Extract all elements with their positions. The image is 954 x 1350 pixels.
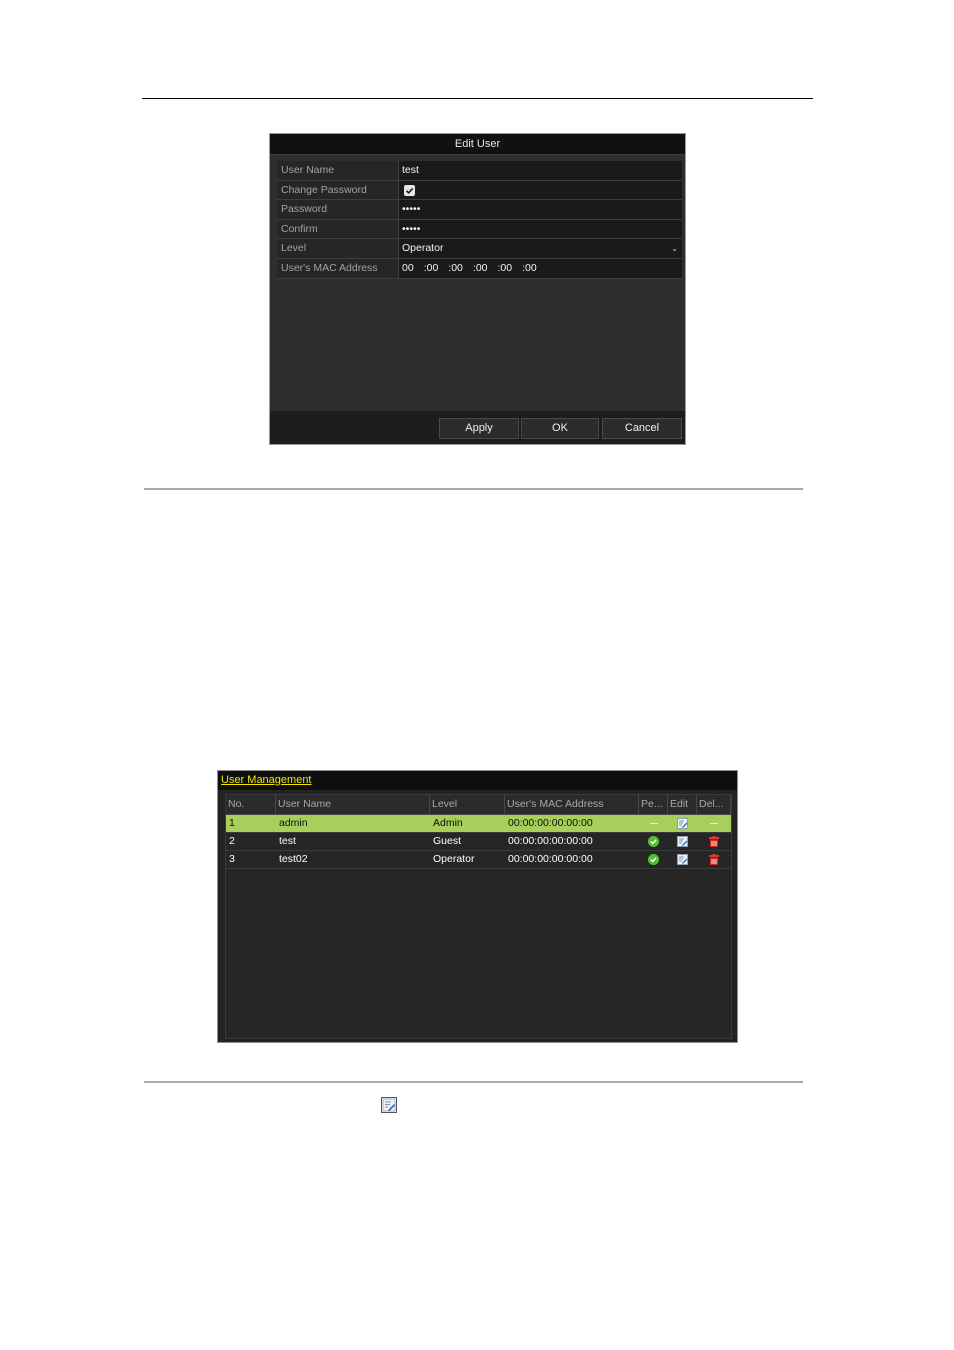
apply-button[interactable]: Apply <box>439 418 519 439</box>
mac-row: User's MAC Address 00 :00 :00 :00 :00 :00 <box>277 258 682 279</box>
dash-icon <box>649 823 658 824</box>
column-header-edit[interactable]: Edit <box>668 795 697 814</box>
user-name-row: User Name test <box>277 161 682 181</box>
delete-icon[interactable] <box>709 854 719 865</box>
mac-octet[interactable]: :00 <box>473 259 488 278</box>
permission-icon[interactable] <box>648 836 659 847</box>
password-label: Password <box>277 200 399 219</box>
level-select-value: Operator <box>402 242 444 255</box>
cell-edit <box>668 851 697 868</box>
user-management-panel: User Management No. User Name Level User… <box>217 770 738 1043</box>
column-header-no[interactable]: No. <box>226 795 276 814</box>
cell-level: Admin <box>433 817 463 829</box>
column-header-mac[interactable]: User's MAC Address <box>505 795 639 814</box>
section-divider <box>144 488 803 490</box>
column-header-user-name[interactable]: User Name <box>276 795 430 814</box>
edit-icon[interactable] <box>677 836 688 847</box>
chevron-down-icon: ⌄ <box>671 244 678 254</box>
panel-title: User Management <box>221 774 312 786</box>
dash-icon <box>710 823 718 824</box>
mac-address-field[interactable]: 00 :00 :00 :00 :00 :00 <box>399 258 682 278</box>
panel-header: User Management <box>218 771 737 790</box>
cell-delete <box>697 833 731 850</box>
cell-user-name: test <box>279 835 296 847</box>
column-header-delete[interactable]: Del... <box>697 795 731 814</box>
checkmark-icon <box>405 187 414 194</box>
cell-no: 3 <box>229 853 235 865</box>
column-header-level[interactable]: Level <box>430 795 505 814</box>
level-select[interactable]: Operator ⌄ <box>399 239 682 258</box>
cell-permission <box>639 815 668 832</box>
table-row[interactable]: 3 test02 Operator 00:00:00:00:00:00 <box>226 851 731 869</box>
change-password-row: Change Password <box>277 180 682 201</box>
delete-icon[interactable] <box>709 836 719 847</box>
confirm-label: Confirm <box>277 219 399 239</box>
cell-no: 2 <box>229 835 235 847</box>
cell-edit <box>668 833 697 850</box>
cell-mac: 00:00:00:00:00:00 <box>508 835 593 847</box>
page-header-rule <box>142 98 813 99</box>
cell-no: 1 <box>229 817 235 829</box>
cell-edit <box>668 815 697 832</box>
cell-permission <box>639 833 668 850</box>
change-password-cell <box>399 180 682 200</box>
table-row[interactable]: 2 test Guest 00:00:00:00:00:00 <box>226 833 731 851</box>
mac-octet[interactable]: :00 <box>448 259 463 278</box>
cell-level: Guest <box>433 835 462 847</box>
confirm-field[interactable]: ••••• <box>399 219 682 239</box>
level-label: Level <box>277 239 399 258</box>
password-field[interactable]: ••••• <box>399 200 682 219</box>
section-divider <box>144 1081 803 1083</box>
edit-icon[interactable] <box>677 818 688 829</box>
mac-octet[interactable]: 00 <box>402 259 414 278</box>
permission-icon[interactable] <box>648 854 659 865</box>
table-row[interactable]: 1 admin Admin 00:00:00:00:00:00 <box>226 815 731 833</box>
user-name-field[interactable]: test <box>399 161 682 180</box>
change-password-label: Change Password <box>277 180 399 200</box>
edit-user-dialog: Edit User User Name test Change Password… <box>269 133 686 445</box>
cell-level: Operator <box>433 853 475 865</box>
edit-user-form: User Name test Change Password Password … <box>277 161 682 279</box>
confirm-row: Confirm ••••• <box>277 219 682 240</box>
cell-mac: 00:00:00:00:00:00 <box>508 817 593 829</box>
cell-delete <box>697 815 731 832</box>
level-row: Level Operator ⌄ <box>277 239 682 259</box>
mac-label: User's MAC Address <box>277 258 399 278</box>
edit-icon[interactable] <box>677 854 688 865</box>
cancel-button[interactable]: Cancel <box>602 418 682 439</box>
mac-octet[interactable]: :00 <box>522 259 537 278</box>
cell-delete <box>697 851 731 868</box>
cell-mac: 00:00:00:00:00:00 <box>508 853 593 865</box>
ok-button[interactable]: OK <box>521 418 599 439</box>
user-name-label: User Name <box>277 161 399 180</box>
change-password-checkbox[interactable] <box>404 184 415 196</box>
mac-octet[interactable]: :00 <box>498 259 513 278</box>
cell-user-name: test02 <box>279 853 308 865</box>
cell-user-name: admin <box>279 817 308 829</box>
dialog-body: User Name test Change Password Password … <box>270 155 685 412</box>
password-row: Password ••••• <box>277 200 682 220</box>
table-header: No. User Name Level User's MAC Address P… <box>226 795 731 815</box>
dialog-title: Edit User <box>270 134 685 155</box>
column-header-permission[interactable]: Pe... <box>639 795 668 814</box>
cell-permission <box>639 851 668 868</box>
mac-octet[interactable]: :00 <box>424 259 439 278</box>
edit-icon <box>381 1097 397 1113</box>
user-table: No. User Name Level User's MAC Address P… <box>225 794 732 1039</box>
dialog-footer: Apply OK Cancel <box>270 411 685 444</box>
